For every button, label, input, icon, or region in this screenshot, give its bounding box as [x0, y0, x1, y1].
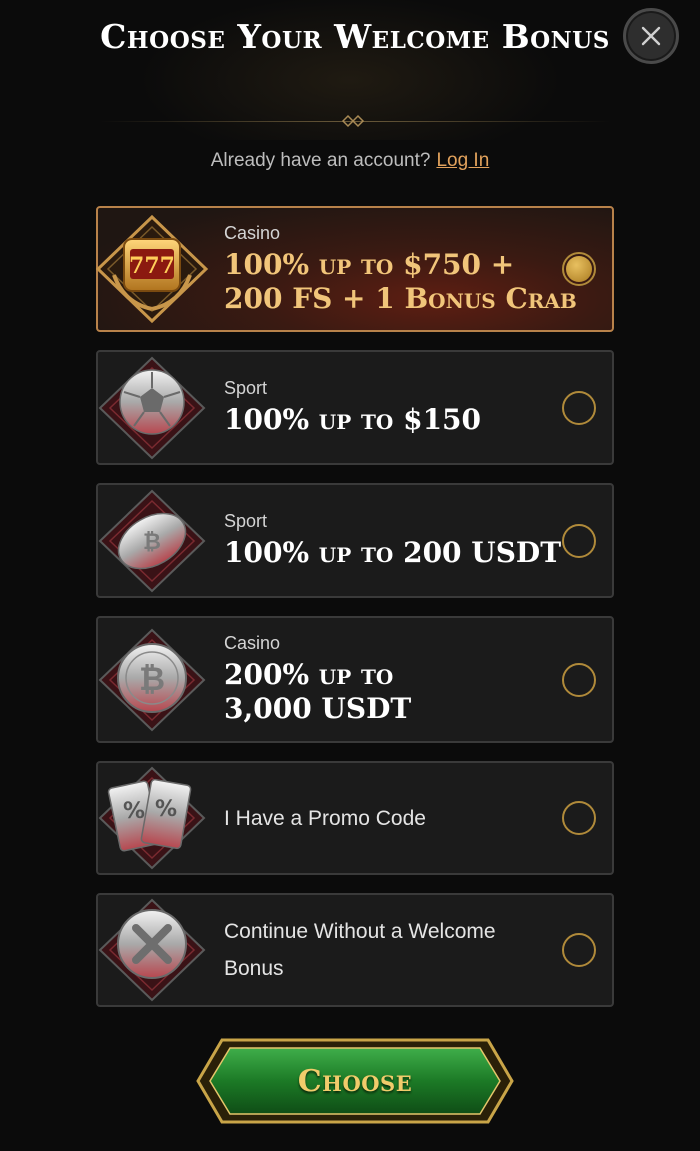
- option-text: Sport 100% up to $150: [224, 352, 481, 463]
- bonus-option-casino-3000-usdt[interactable]: ₿ Casino 200% up to 3,000 USDT: [96, 616, 614, 743]
- option-offer-line2: 3,000 USDT: [224, 692, 412, 725]
- option-text: I Have a Promo Code: [224, 763, 426, 873]
- option-text: Sport 100% up to 200 USDT: [224, 485, 561, 596]
- bonus-option-no-bonus[interactable]: Continue Without a Welcome Bonus: [96, 893, 614, 1007]
- promo-code-icon: % %: [98, 766, 206, 870]
- svg-text:₿: ₿: [143, 530, 161, 555]
- option-radio[interactable]: [562, 662, 596, 697]
- bonus-option-promo-code[interactable]: % % I Have a Promo Code: [96, 761, 614, 875]
- choose-button-label: Choose: [297, 1063, 413, 1099]
- no-bonus-icon: [98, 898, 206, 1002]
- modal-title: Choose Your Welcome Bonus: [100, 17, 610, 56]
- option-category: Sport: [224, 511, 268, 531]
- option-category: Sport: [224, 378, 268, 398]
- option-offer-line1: 100% up to 200 USDT: [224, 536, 562, 569]
- close-icon: [641, 26, 661, 46]
- option-label-line1: Continue Without a Welcome: [224, 920, 496, 943]
- svg-text:%: %: [123, 799, 145, 824]
- login-prompt: Already have an account?: [210, 150, 431, 171]
- login-link[interactable]: Log In: [436, 150, 489, 171]
- svg-text:%: %: [155, 797, 177, 822]
- radio-selected-dot: [566, 256, 592, 282]
- slot-777-icon: 777: [95, 214, 209, 324]
- option-radio[interactable]: [562, 933, 596, 967]
- option-offer-line1: 200% up to: [224, 658, 394, 691]
- option-text: Continue Without a Welcome Bonus: [224, 895, 496, 1005]
- soccer-ball-icon: [98, 356, 206, 459]
- close-button[interactable]: [623, 8, 679, 64]
- svg-text:₿: ₿: [139, 660, 165, 698]
- bonus-option-casino-750[interactable]: 777 Casino 100% up to $750 + 200 FS + 1 …: [95, 206, 614, 332]
- svg-text:777: 777: [129, 253, 175, 279]
- option-text: Casino 200% up to 3,000 USDT: [224, 618, 411, 741]
- choose-button[interactable]: Choose: [196, 1038, 514, 1124]
- option-radio[interactable]: [562, 523, 596, 558]
- option-radio[interactable]: [562, 390, 596, 425]
- bitcoin-coin-icon: ₿: [98, 628, 206, 731]
- option-text: Casino 100% up to $750 + 200 FS + 1 Bonu…: [224, 208, 577, 330]
- login-row: Already have an account? Log In: [0, 150, 700, 172]
- option-radio[interactable]: [562, 252, 596, 286]
- option-category: Casino: [224, 222, 281, 243]
- option-label-line2: Bonus: [224, 957, 284, 980]
- option-category: Casino: [224, 633, 281, 653]
- option-label: I Have a Promo Code: [224, 806, 426, 830]
- option-offer-line1: 100% up to $750 +: [224, 247, 515, 281]
- option-radio[interactable]: [562, 801, 596, 835]
- option-offer-line2: 200 FS + 1 Bonus Crab: [224, 281, 577, 315]
- bonus-option-sport-200-usdt[interactable]: ₿ Sport 100% up to 200 USDT: [96, 483, 614, 598]
- bitcoin-football-icon: ₿: [98, 489, 206, 592]
- bonus-option-sport-150[interactable]: Sport 100% up to $150: [96, 350, 614, 465]
- option-offer-line1: 100% up to $150: [224, 403, 482, 436]
- divider-ornament-icon: [341, 114, 365, 128]
